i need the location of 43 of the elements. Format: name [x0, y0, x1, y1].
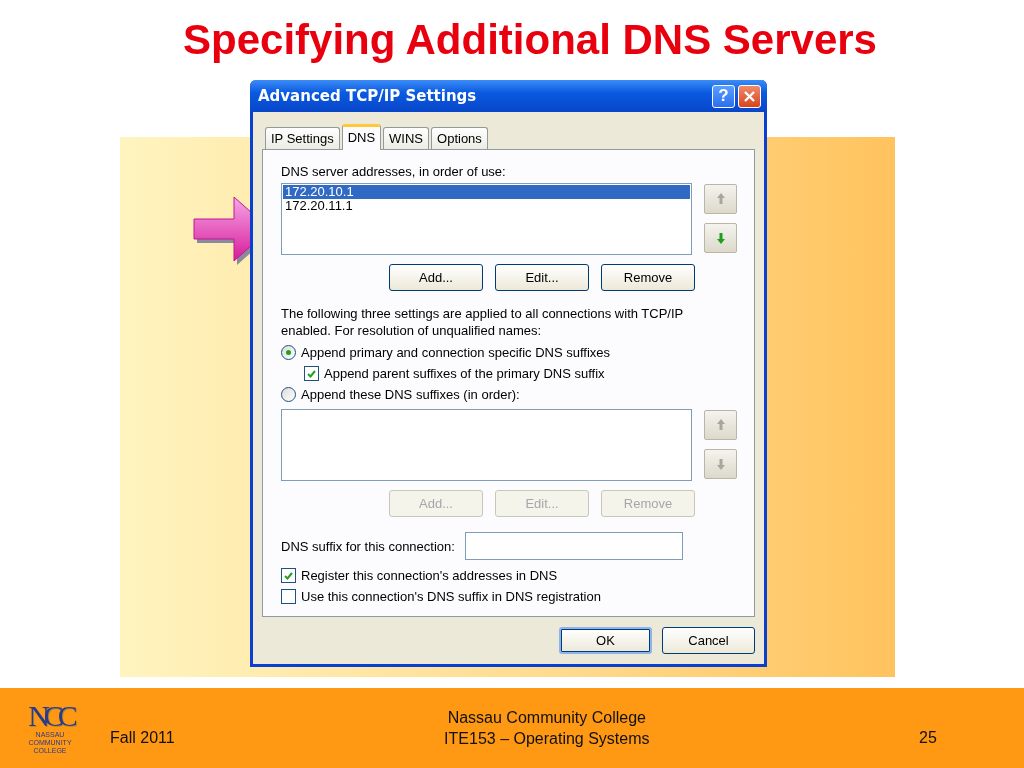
footer-text: Nassau Community College — [446, 708, 647, 728]
dialog-button[interactable]: Edit... — [495, 264, 589, 291]
suffix-list[interactable] — [281, 409, 692, 481]
up-arrow-icon — [715, 417, 726, 433]
footer-text: ITE153 – Operating Systems — [443, 729, 651, 749]
description-text: The following three settings are applied to all connections with TCP/IP enabled. For resolution of unqualified names: — [281, 305, 685, 339]
radio-button[interactable] — [281, 387, 296, 402]
ok-button[interactable]: OK — [559, 627, 652, 654]
cancel-button[interactable]: Cancel — [662, 627, 755, 654]
checkbox[interactable] — [304, 366, 319, 381]
logo-mark: NCC — [28, 701, 72, 731]
option-label: Use this connection's DNS suffix in DNS registration — [301, 589, 601, 604]
dns-suffix-field[interactable] — [464, 532, 683, 560]
dialog-button[interactable]: Remove — [601, 264, 695, 291]
down-arrow-icon — [715, 456, 726, 472]
list-item[interactable]: 172.20.10.1 — [283, 185, 690, 199]
check-icon — [284, 571, 293, 580]
tab[interactable]: DNS — [341, 124, 382, 150]
option-label: Append these DNS suffixes (in order): — [301, 387, 520, 402]
list-item[interactable]: 172.20.11.1 — [283, 199, 690, 213]
tab[interactable]: WINS — [383, 127, 430, 149]
page-number: 25 — [919, 729, 938, 747]
field-label: DNS server addresses, in order of use: — [281, 164, 506, 179]
checkbox[interactable] — [281, 568, 296, 583]
check-icon — [307, 369, 316, 378]
slide-title: Specifying Additional DNS Servers — [183, 16, 877, 64]
up-arrow-icon — [715, 191, 726, 207]
field-label: DNS suffix for this connection: — [281, 538, 455, 554]
close-button[interactable] — [738, 84, 761, 108]
dialog-button[interactable]: Add... — [389, 264, 483, 291]
radio-button[interactable] — [281, 345, 296, 360]
window-title: Advanced TCP/IP Settings — [258, 87, 478, 105]
option-label: Register this connection's addresses in DNS — [301, 568, 558, 583]
tab[interactable]: Options — [431, 127, 488, 149]
checkbox[interactable] — [281, 589, 296, 604]
term-label: Fall 2011 — [110, 729, 175, 747]
option-label: Append primary and connection specific DNS suffixes — [301, 345, 611, 360]
dns-server-list[interactable]: 172.20.10.1 172.20.11.1 — [281, 183, 692, 255]
option-label: Append parent suffixes of the primary DNS suffix — [324, 366, 605, 381]
down-arrow-icon — [715, 230, 726, 246]
move-down-button[interactable] — [704, 223, 737, 253]
close-icon — [743, 89, 756, 103]
tab[interactable]: IP Settings — [265, 127, 340, 149]
